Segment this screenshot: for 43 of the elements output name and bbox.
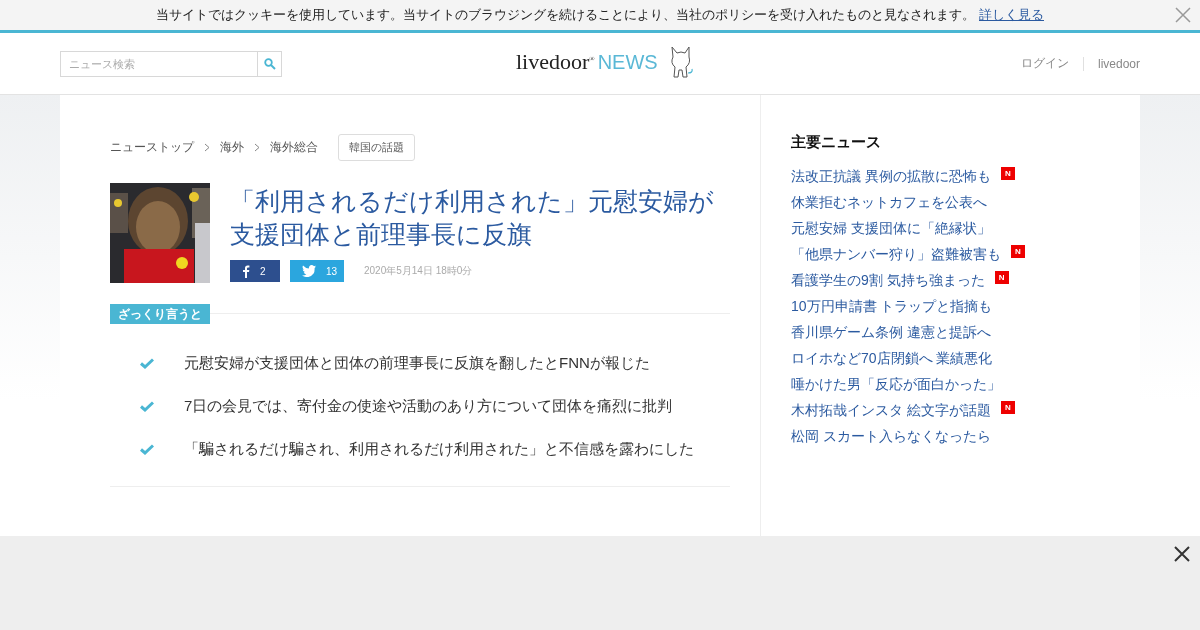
breadcrumb-link[interactable]: ニューストップ <box>110 139 194 156</box>
news-link[interactable]: 「他県ナンバー狩り」盗難被害も <box>791 246 1001 264</box>
summary-point: 「騙されるだけ騙され、利用されるだけ利用された」と不信感を露わにした <box>184 440 694 459</box>
news-link[interactable]: 木村拓哉インスタ 絵文字が話題 <box>791 402 991 420</box>
logo-wordmark[interactable]: livedoor$^{®}$ <box>516 49 595 75</box>
news-link[interactable]: 看護学生の9割 気持ち強まった <box>791 272 985 290</box>
chevron-icon <box>204 143 210 152</box>
nav-link[interactable]: livedoor <box>1097 56 1140 71</box>
new-badge: N <box>1011 244 1025 258</box>
news-link[interactable]: 唾かけた男「反応が面白かった」 <box>791 376 1001 394</box>
check-icon <box>140 444 154 455</box>
check-icon <box>140 358 154 369</box>
search-button[interactable] <box>257 50 282 77</box>
section-title: 主要ニュース <box>791 133 882 152</box>
news-link[interactable]: 法改正抗議 異例の拡散に恐怖も <box>791 168 991 186</box>
publish-date: 2020年5月14日 18時0分 <box>364 264 473 278</box>
breadcrumb-link[interactable]: 海外 <box>220 139 244 156</box>
chevron-icon <box>254 143 260 152</box>
check-icon <box>140 401 154 412</box>
news-link[interactable]: 10万円申請書 トラップと指摘も <box>791 298 993 316</box>
news-link[interactable]: ロイホなど70店閉鎖へ 業績悪化 <box>791 350 993 368</box>
news-link[interactable]: 休業拒むネットカフェを公表へ <box>791 194 987 212</box>
new-badge: N <box>994 270 1009 284</box>
more-link[interactable]: 詳しく見る <box>979 6 1044 24</box>
share-button[interactable]: 2 <box>230 260 280 282</box>
search-icon <box>263 57 276 70</box>
new-badge: N <box>1000 166 1015 180</box>
topic-tag[interactable]: 韓国の話題 <box>338 134 415 161</box>
facebook-icon <box>242 264 250 278</box>
news-link[interactable]: 松岡 スカート入らなくなったら <box>791 428 991 446</box>
article-title: 「利用されるだけ利用された」元慰安婦が支援団体と前理事長に反旗 <box>230 186 715 250</box>
search-field[interactable]: ニュース検索 <box>60 50 257 77</box>
new-badge: N <box>1000 400 1015 414</box>
summary-point: 7日の会見では、寄付金の使途や活動のあり方について団体を痛烈に批判 <box>184 397 673 416</box>
news-link[interactable]: 元慰安婦 支援団体に「絶縁状」 <box>791 220 991 238</box>
bird-icon <box>302 265 316 277</box>
close-icon[interactable] <box>1174 546 1190 562</box>
nav-link[interactable]: ログイン <box>1020 55 1069 72</box>
summary-label: ざっくり言うと <box>110 304 210 324</box>
breadcrumb-link[interactable]: 海外総合 <box>270 139 318 156</box>
cookie-notice: 当サイトではクッキーを使用しています。当サイトのブラウジングを続けることにより、当社のポリシーを受け入れたものと見なされます。 <box>156 6 975 24</box>
summary-point: 元慰安婦が支援団体と団体の前理事長に反旗を翻したとFNNが報じた <box>184 354 650 373</box>
news-link[interactable]: 香川県ゲーム条例 違憲と提訴へ <box>791 324 991 342</box>
